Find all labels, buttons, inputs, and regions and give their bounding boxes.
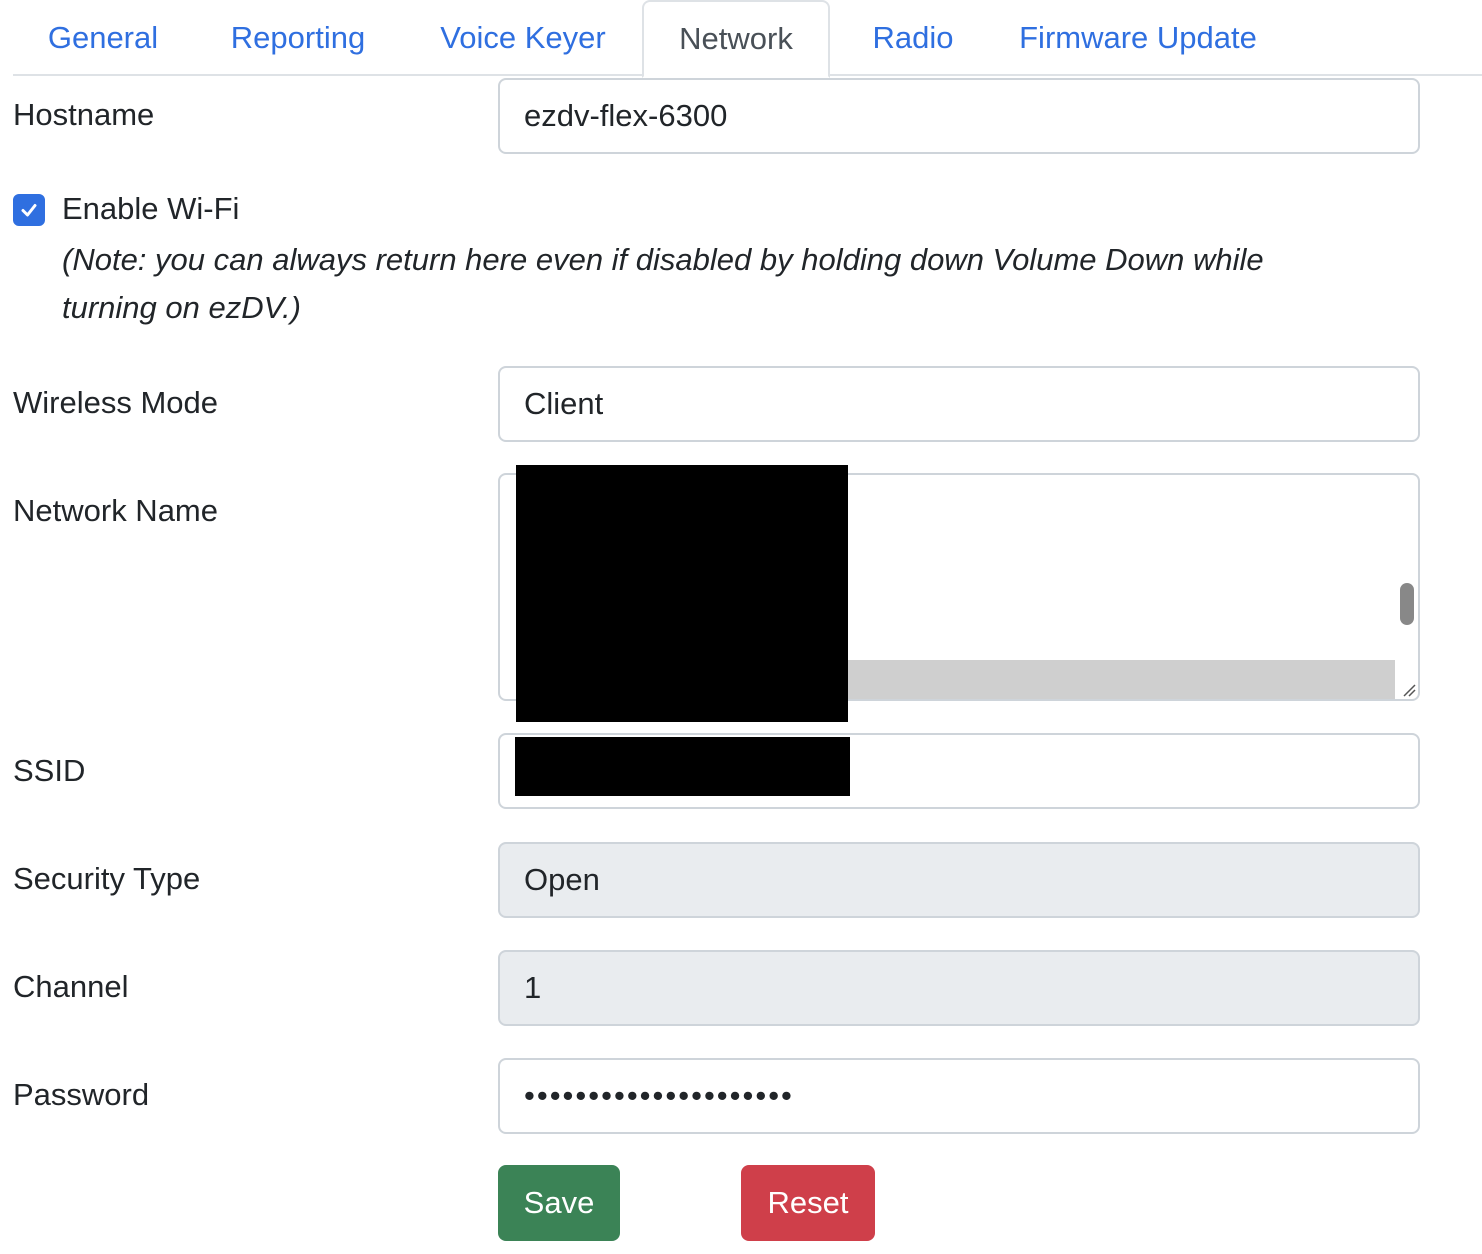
- settings-page: General Reporting Voice Keyer Network Ra…: [0, 0, 1482, 1254]
- tab-radio[interactable]: Radio: [848, 0, 978, 76]
- tab-network[interactable]: Network: [642, 0, 830, 78]
- password-input[interactable]: •••••••••••••••••••••: [498, 1058, 1420, 1134]
- redaction-block: [516, 465, 848, 722]
- network-name-label: Network Name: [13, 493, 218, 528]
- ssid-label: SSID: [13, 753, 86, 788]
- wifi-note: (Note: you can always return here even i…: [62, 242, 1264, 325]
- enable-wifi-checkbox[interactable]: [13, 194, 45, 226]
- reset-button[interactable]: Reset: [741, 1165, 875, 1241]
- tab-firmware-update[interactable]: Firmware Update: [998, 0, 1278, 76]
- channel-select: 1: [498, 950, 1420, 1026]
- wireless-mode-select[interactable]: Client: [498, 366, 1420, 442]
- horizontal-scrollbar[interactable]: [848, 660, 1395, 699]
- channel-label: Channel: [13, 969, 129, 1004]
- redaction-block: [515, 737, 850, 796]
- resize-handle-icon[interactable]: [1400, 681, 1416, 697]
- vertical-scrollbar-thumb[interactable]: [1400, 583, 1414, 625]
- checkmark-icon: [21, 204, 37, 217]
- security-type-label: Security Type: [13, 861, 201, 896]
- tab-reporting[interactable]: Reporting: [203, 0, 393, 76]
- save-button[interactable]: Save: [498, 1165, 620, 1241]
- tab-general[interactable]: General: [23, 0, 183, 76]
- hostname-label: Hostname: [13, 97, 155, 132]
- tab-bar: General Reporting Voice Keyer Network Ra…: [13, 0, 1482, 78]
- tab-voice-keyer[interactable]: Voice Keyer: [413, 0, 633, 76]
- hostname-input[interactable]: ezdv-flex-6300: [498, 78, 1420, 154]
- enable-wifi-label[interactable]: Enable Wi-Fi: [62, 191, 239, 227]
- wireless-mode-label: Wireless Mode: [13, 385, 218, 420]
- security-type-select: Open: [498, 842, 1420, 918]
- password-label: Password: [13, 1077, 150, 1112]
